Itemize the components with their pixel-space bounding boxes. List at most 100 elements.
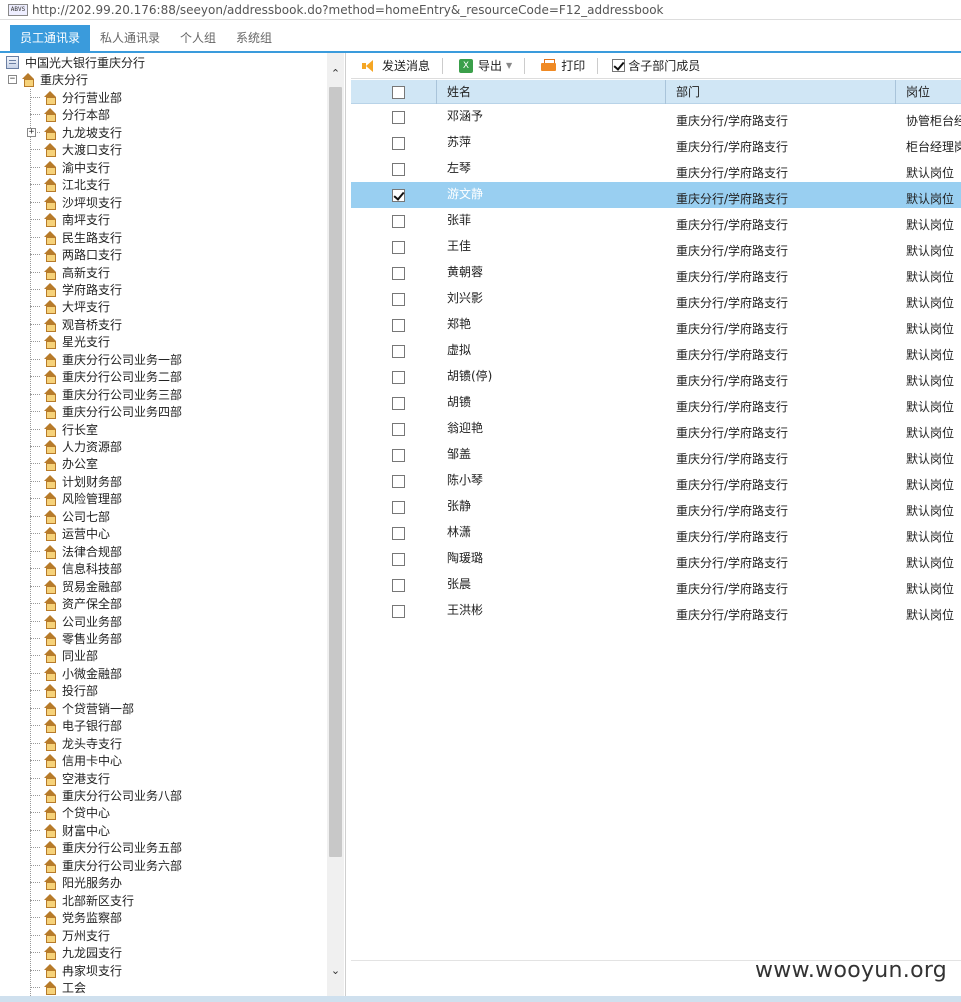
print-button[interactable]: 打印: [535, 55, 591, 77]
tree-item[interactable]: 办公室: [43, 455, 98, 472]
tree-item[interactable]: 星光支行: [43, 333, 110, 350]
row-checkbox[interactable]: [392, 240, 405, 254]
table-row[interactable]: 苏萍 重庆分行/学府路支行 柜台经理岗: [351, 130, 961, 156]
row-checkbox[interactable]: [392, 344, 405, 358]
tree-item[interactable]: 阳光服务办: [43, 874, 122, 891]
tree-item[interactable]: 公司七部: [43, 508, 110, 525]
row-checkbox[interactable]: [392, 292, 405, 306]
table-row[interactable]: 胡镄(停) 重庆分行/学府路支行 默认岗位: [351, 364, 961, 390]
table-row[interactable]: 王佳 重庆分行/学府路支行 默认岗位: [351, 234, 961, 260]
row-checkbox[interactable]: [392, 526, 405, 540]
tree-item[interactable]: 北部新区支行: [43, 892, 134, 909]
tree-item[interactable]: 财富中心: [43, 822, 110, 839]
table-row[interactable]: 胡镄 重庆分行/学府路支行 默认岗位: [351, 390, 961, 416]
tree-item[interactable]: 行长室: [43, 421, 98, 438]
tree-item[interactable]: + 九龙坡支行: [27, 124, 122, 141]
tree-item[interactable]: 民生路支行: [43, 229, 122, 246]
send-message-button[interactable]: 发送消息: [355, 55, 436, 77]
row-checkbox[interactable]: [392, 448, 405, 462]
row-checkbox[interactable]: [392, 188, 405, 202]
tree-item[interactable]: 学府路支行: [43, 281, 122, 298]
collapse-icon[interactable]: −: [8, 75, 17, 84]
table-row[interactable]: 陈小琴 重庆分行/学府路支行 默认岗位: [351, 468, 961, 494]
tree-item[interactable]: 重庆分行公司业务二部: [43, 368, 182, 385]
table-row[interactable]: 刘兴影 重庆分行/学府路支行 默认岗位: [351, 286, 961, 312]
table-row[interactable]: 翁迎艳 重庆分行/学府路支行 默认岗位: [351, 416, 961, 442]
table-row[interactable]: 张静 重庆分行/学府路支行 默认岗位: [351, 494, 961, 520]
address-bar[interactable]: ABVS http://202.99.20.176:88/seeyon/addr…: [0, 0, 961, 20]
table-row[interactable]: 虚拟 重庆分行/学府路支行 默认岗位: [351, 338, 961, 364]
row-checkbox[interactable]: [392, 266, 405, 280]
tree-item[interactable]: 零售业务部: [43, 630, 122, 647]
tree-item[interactable]: 重庆分行公司业务六部: [43, 857, 182, 874]
tree-item[interactable]: 南坪支行: [43, 211, 110, 228]
tree-item[interactable]: 运营中心: [43, 525, 110, 542]
table-row[interactable]: 王洪彬 重庆分行/学府路支行 默认岗位: [351, 598, 961, 624]
address-url[interactable]: http://202.99.20.176:88/seeyon/addressbo…: [32, 3, 664, 17]
row-checkbox[interactable]: [392, 318, 405, 332]
scroll-thumb[interactable]: [329, 87, 342, 857]
column-header-post[interactable]: 岗位: [896, 80, 961, 104]
scroll-up-icon[interactable]: ⌃: [327, 65, 344, 82]
tree-item[interactable]: 江北支行: [43, 176, 110, 193]
tree-item[interactable]: 资产保全部: [43, 595, 122, 612]
include-subdept-checkbox[interactable]: [612, 59, 626, 72]
tree-item[interactable]: 分行营业部: [43, 89, 122, 106]
select-all-checkbox[interactable]: [392, 85, 405, 99]
tree-root-node[interactable]: 中国光大银行重庆分行: [6, 54, 145, 71]
tree-item[interactable]: 投行部: [43, 682, 98, 699]
tree-item[interactable]: 信息科技部: [43, 560, 122, 577]
tree-item[interactable]: 党务监察部: [43, 909, 122, 926]
table-row[interactable]: 张菲 重庆分行/学府路支行 默认岗位: [351, 208, 961, 234]
tree-item[interactable]: 重庆分行公司业务一部: [43, 351, 182, 368]
tree-item[interactable]: 沙坪坝支行: [43, 194, 122, 211]
table-row[interactable]: 邓涵予 重庆分行/学府路支行 协管柜台经: [351, 104, 961, 130]
tree-item[interactable]: 重庆分行公司业务三部: [43, 386, 182, 403]
table-row[interactable]: 陶瑗璐 重庆分行/学府路支行 默认岗位: [351, 546, 961, 572]
tree-item[interactable]: 高新支行: [43, 264, 110, 281]
tree-scrollbar[interactable]: ⌃ ⌄: [327, 53, 344, 1002]
tree-item[interactable]: 大坪支行: [43, 298, 110, 315]
tree-item[interactable]: 两路口支行: [43, 246, 122, 263]
tree-item[interactable]: 龙头寺支行: [43, 735, 122, 752]
tree-item[interactable]: 电子银行部: [43, 717, 122, 734]
tree-item[interactable]: 贸易金融部: [43, 578, 122, 595]
tree-item[interactable]: 法律合规部: [43, 543, 122, 560]
tab-personal-group[interactable]: 个人组: [170, 25, 226, 51]
row-checkbox[interactable]: [392, 214, 405, 228]
tree-branch-node[interactable]: − 重庆分行: [8, 71, 88, 88]
table-row[interactable]: 邹盖 重庆分行/学府路支行 默认岗位: [351, 442, 961, 468]
table-row[interactable]: 张晨 重庆分行/学府路支行 默认岗位: [351, 572, 961, 598]
row-checkbox[interactable]: [392, 422, 405, 436]
row-checkbox[interactable]: [392, 396, 405, 410]
row-checkbox[interactable]: [392, 604, 405, 618]
table-row[interactable]: 黄朝蓉 重庆分行/学府路支行 默认岗位: [351, 260, 961, 286]
tree-item[interactable]: 九龙园支行: [43, 944, 122, 961]
row-checkbox[interactable]: [392, 578, 405, 592]
table-row[interactable]: 左琴 重庆分行/学府路支行 默认岗位: [351, 156, 961, 182]
table-row[interactable]: 郑艳 重庆分行/学府路支行 默认岗位: [351, 312, 961, 338]
row-checkbox[interactable]: [392, 136, 405, 150]
tree-item[interactable]: 人力资源部: [43, 438, 122, 455]
tree-item[interactable]: 个贷中心: [43, 804, 110, 821]
tree-item[interactable]: 同业部: [43, 647, 98, 664]
expand-icon[interactable]: +: [27, 128, 36, 137]
row-checkbox[interactable]: [392, 370, 405, 384]
chevron-down-icon[interactable]: ▼: [506, 61, 512, 70]
tree-item[interactable]: 分行本部: [43, 106, 110, 123]
tree-item[interactable]: 风险管理部: [43, 490, 122, 507]
tree-item[interactable]: 计划财务部: [43, 473, 122, 490]
tree-item[interactable]: 工会: [43, 979, 86, 996]
tab-system-group[interactable]: 系统组: [226, 25, 282, 51]
tree-item[interactable]: 重庆分行公司业务八部: [43, 787, 182, 804]
tree-item[interactable]: 空港支行: [43, 770, 110, 787]
column-header-department[interactable]: 部门: [666, 80, 896, 104]
row-checkbox[interactable]: [392, 162, 405, 176]
tree-item[interactable]: 公司业务部: [43, 613, 122, 630]
include-subdept-toggle[interactable]: 含子部门成员: [612, 57, 700, 74]
tree-item[interactable]: 小微金融部: [43, 665, 122, 682]
tab-private-directory[interactable]: 私人通讯录: [90, 25, 170, 51]
export-button[interactable]: X 导出 ▼: [453, 55, 518, 77]
row-checkbox[interactable]: [392, 474, 405, 488]
scroll-down-icon[interactable]: ⌄: [327, 962, 344, 979]
